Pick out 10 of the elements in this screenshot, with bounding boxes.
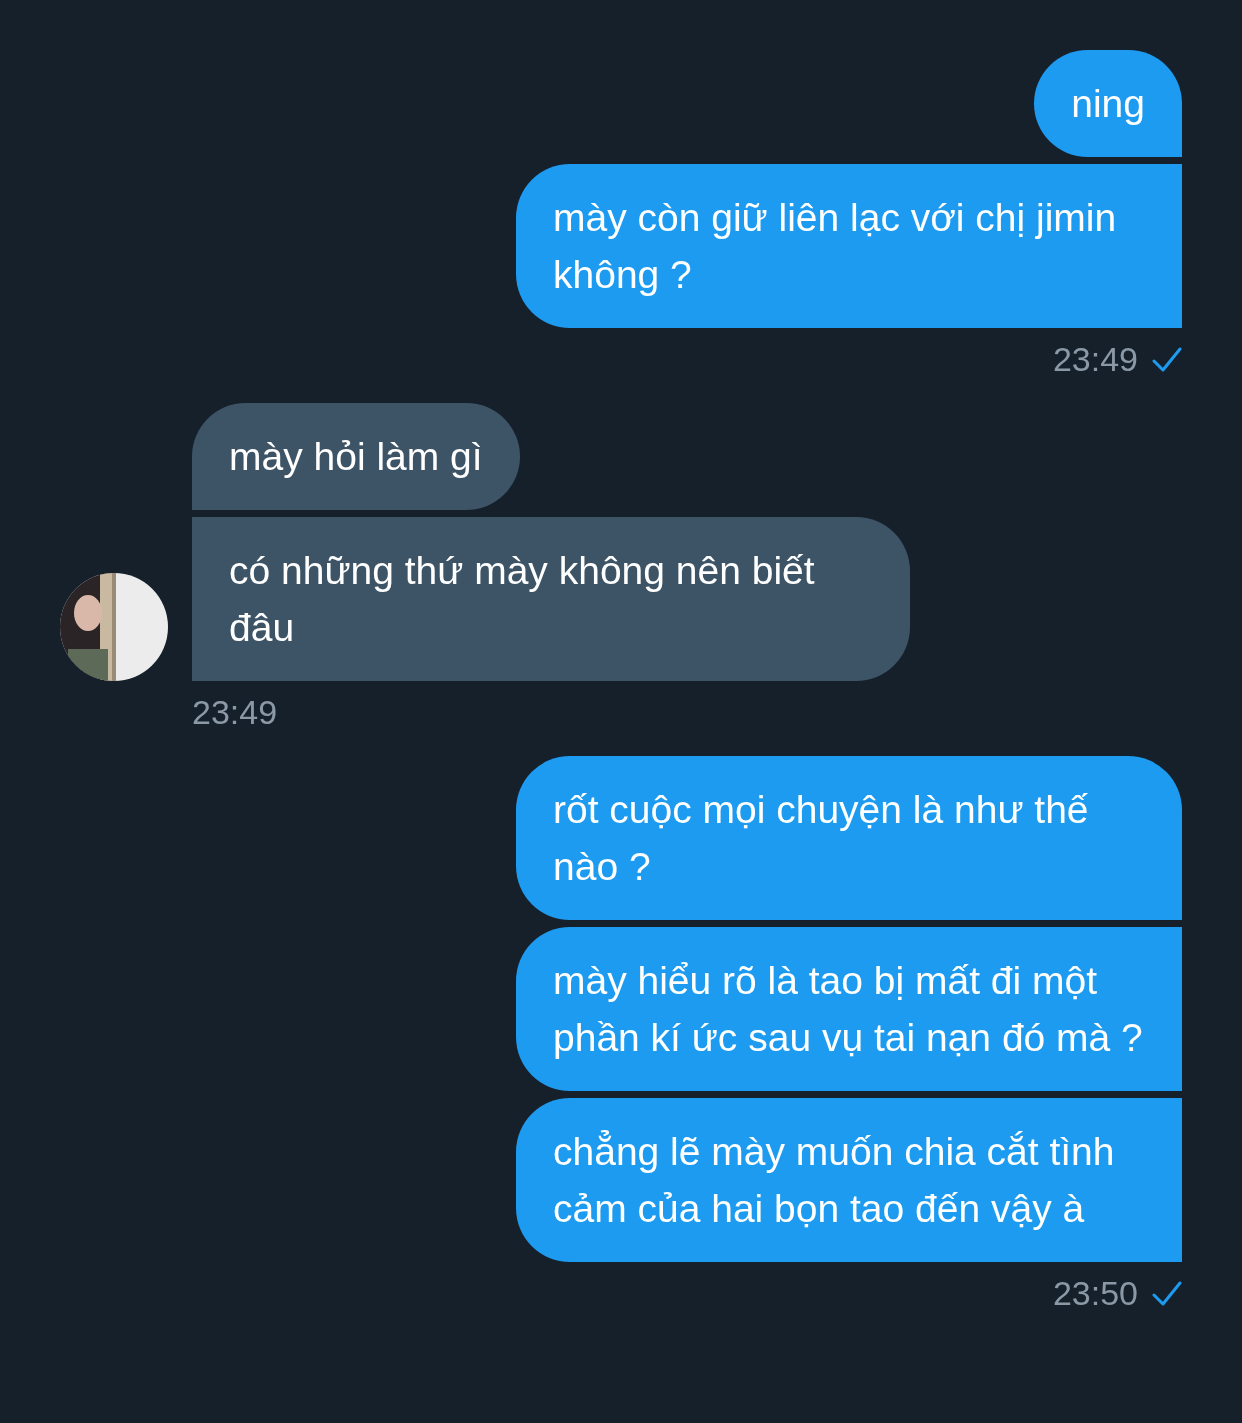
message-bubble: ning [1034, 50, 1182, 157]
message-bubble: mày hiểu rõ là tao bị mất đi một phần kí ức sau vụ tai nạn đó mà ? [516, 927, 1182, 1091]
message-bubble: mày còn giữ liên lạc với chị jimin không ? [516, 164, 1182, 328]
message-bubble: mày hỏi làm gì [192, 403, 520, 510]
timestamp: 23:49 [192, 693, 278, 732]
timestamp: 23:50 [1052, 1274, 1138, 1313]
message-bubble: có những thứ mày không nên biết đâu [192, 517, 910, 681]
timestamp: 23:49 [1052, 340, 1138, 379]
message-bubble: rốt cuộc mọi chuyện là như thế nào ? [516, 756, 1182, 920]
message-bubble: chẳng lẽ mày muốn chia cắt tình cảm của hai bọn tao đến vậy à [516, 1098, 1182, 1262]
